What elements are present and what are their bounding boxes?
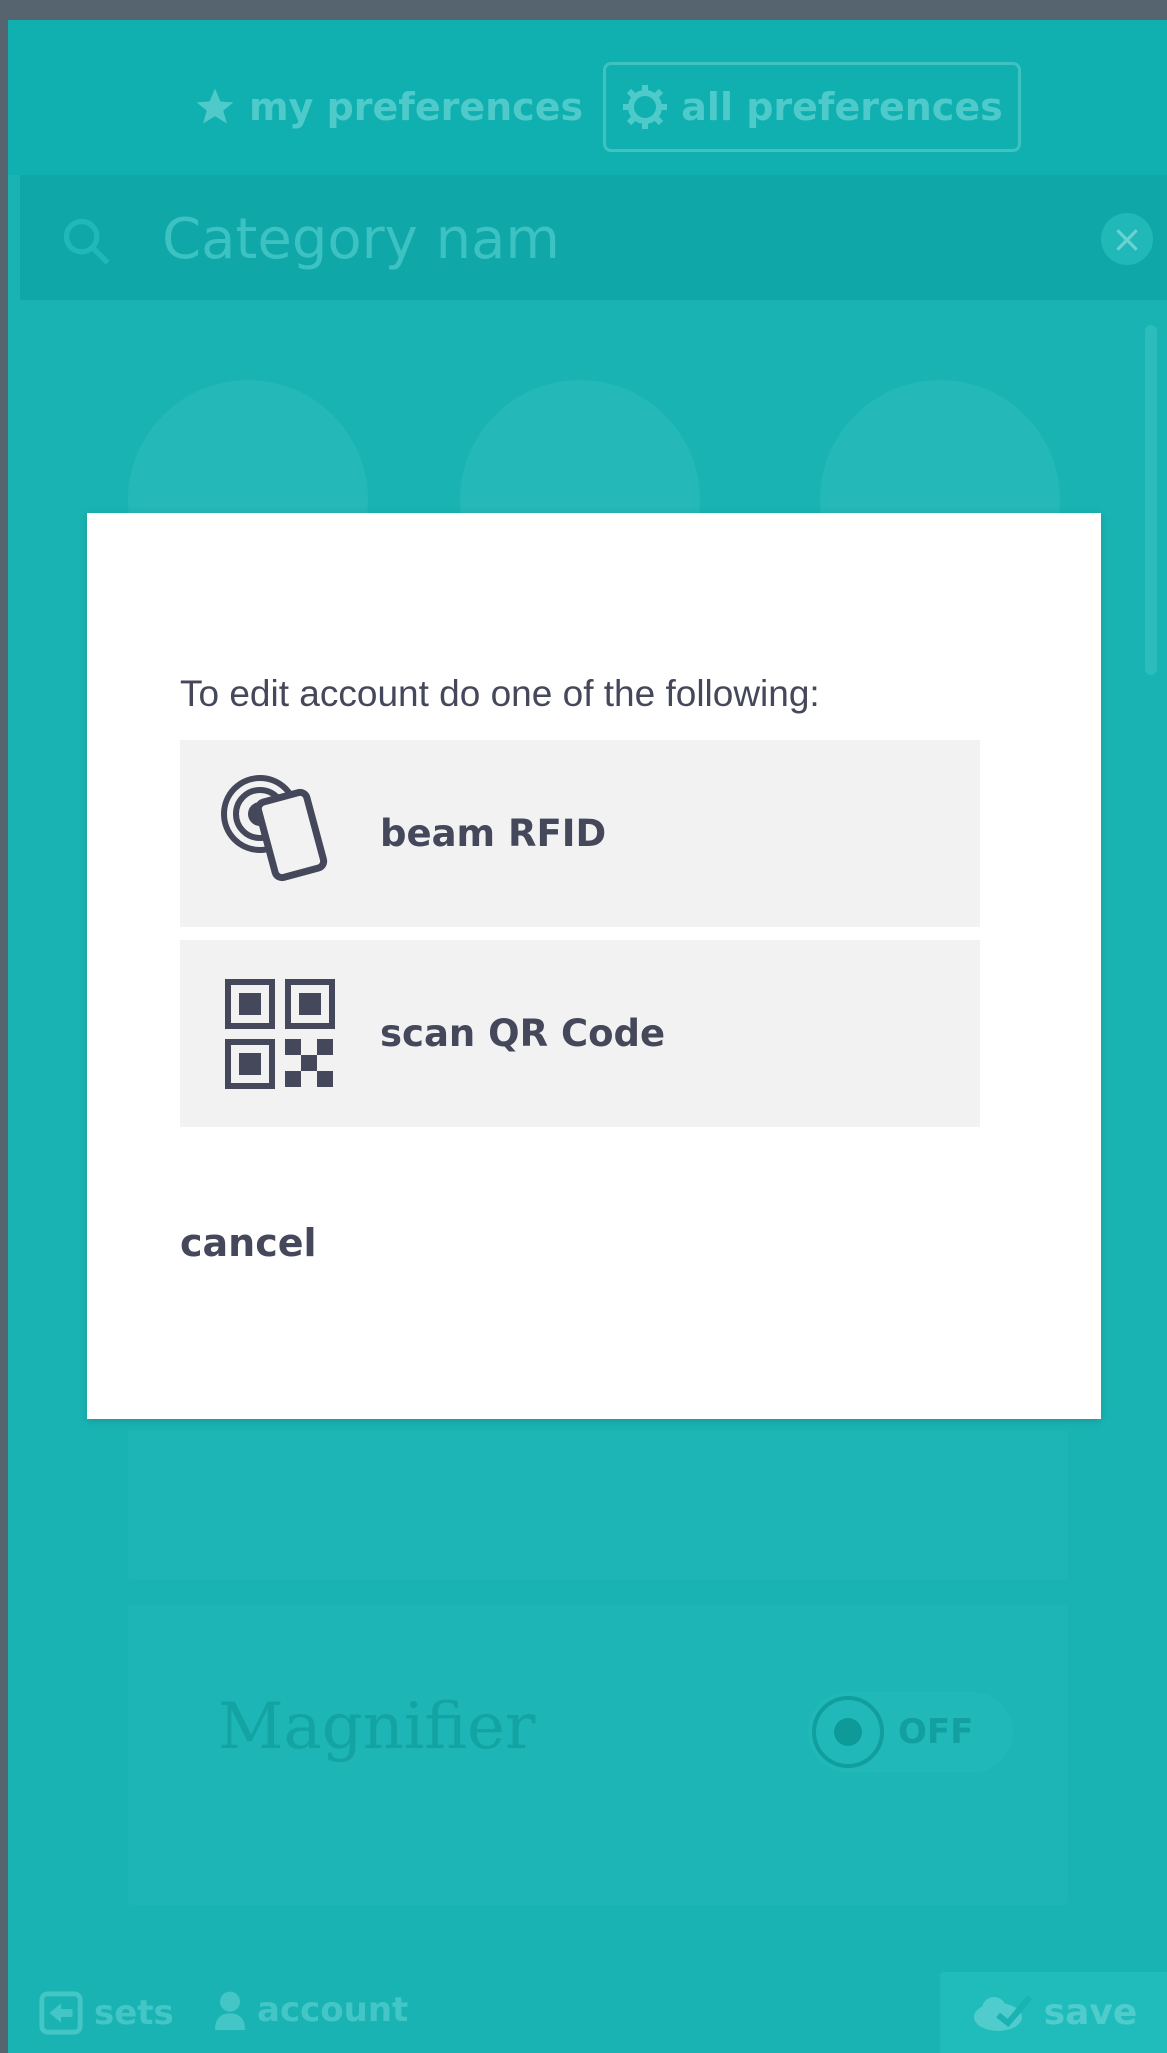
rfid-card-icon (220, 774, 340, 894)
beam-rfid-option[interactable]: beam RFID (180, 740, 980, 927)
dialog-heading: To edit account do one of the following: (180, 673, 820, 714)
qr-code-icon (220, 974, 340, 1094)
scan-qr-option[interactable]: scan QR Code (180, 940, 980, 1127)
cancel-button[interactable]: cancel (180, 1221, 317, 1265)
beam-rfid-label: beam RFID (380, 812, 607, 855)
modal-overlay: To edit account do one of the following:… (0, 0, 1167, 2053)
scan-qr-label: scan QR Code (380, 1012, 666, 1055)
edit-account-dialog: To edit account do one of the following:… (87, 513, 1101, 1419)
